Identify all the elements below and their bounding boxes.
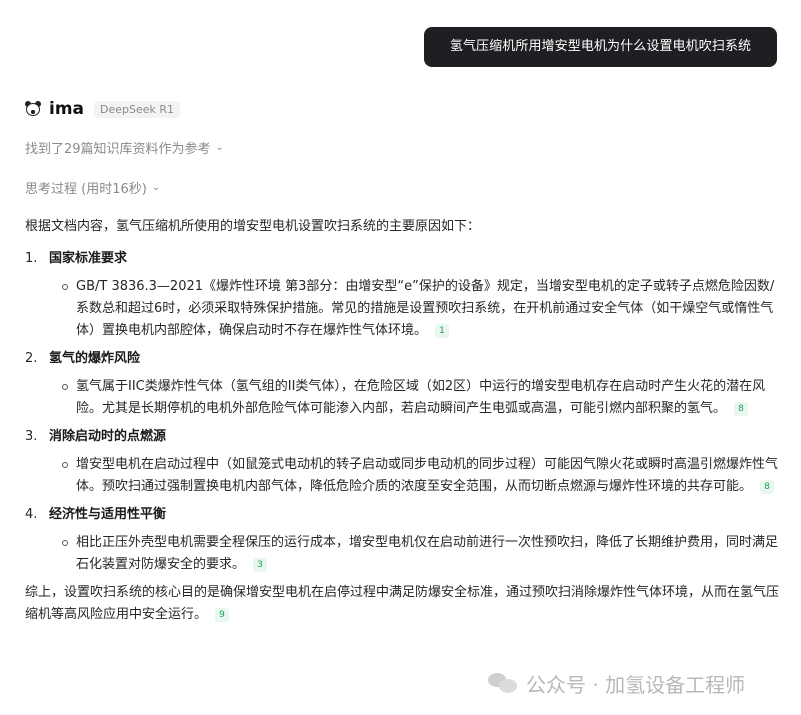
bullet-text: GB/T 3836.3—2021《爆炸性环境 第3部分：由增安型“e”保护的设备… [76,279,775,338]
section-title: 2. 氢气的爆炸风险 [25,348,780,370]
section-bullet: 氢气属于IIC类爆炸性气体（氢气组的II类气体），在危险区域（如2区）中运行的增… [25,376,780,420]
section-heading: 氢气的爆炸风险 [49,351,141,366]
citation-badge[interactable]: 3 [253,558,268,572]
thinking-toggle[interactable]: 思考过程 (用时16秒) ⌄ [25,178,160,197]
references-toggle[interactable]: 找到了29篇知识库资料作为参考 ⌄ [25,138,224,157]
answer-conclusion: 综上，设置吹扫系统的核心目的是确保增安型电机在启停过程中满足防爆安全标准，通过预… [25,582,780,626]
section-title: 1. 国家标准要求 [25,248,780,270]
section-bullet: 相比正压外壳型电机需要全程保压的运行成本，增安型电机仅在启动前进行一次性预吹扫，… [25,532,780,576]
bullet-dot [62,284,68,290]
bullet-dot [62,540,68,546]
answer-content: 根据文档内容，氢气压缩机所使用的增安型电机设置吹扫系统的主要原因如下： 1. 国… [25,216,780,639]
bullet-text: 氢气属于IIC类爆炸性气体（氢气组的II类气体），在危险区域（如2区）中运行的增… [76,379,766,416]
conclusion-text: 综上，设置吹扫系统的核心目的是确保增安型电机在启停过程中满足防爆安全标准，通过预… [25,585,780,622]
thinking-text: 思考过程 (用时16秒) [25,182,147,197]
chevron-down-icon: ⌄ [215,142,224,153]
section-title: 3. 消除启动时的点燃源 [25,426,780,448]
bullet-text: 增安型电机在启动过程中（如鼠笼式电动机的转子启动或同步电动机的同步过程）可能因气… [76,457,779,494]
section-bullet: 增安型电机在启动过程中（如鼠笼式电动机的转子启动或同步电动机的同步过程）可能因气… [25,454,780,498]
assistant-name: ima [49,99,85,119]
watermark: 公众号 · 加氢设备工程师 [488,666,745,700]
section-number: 4. [25,507,38,522]
panda-icon [25,101,41,117]
answer-intro: 根据文档内容，氢气压缩机所使用的增安型电机设置吹扫系统的主要原因如下： [25,219,481,234]
model-badge: DeepSeek R1 [94,100,181,118]
bullet-text: 相比正压外壳型电机需要全程保压的运行成本，增安型电机仅在启动前进行一次性预吹扫，… [76,535,779,572]
references-text: 找到了29篇知识库资料作为参考 [25,142,211,157]
section-title: 4. 经济性与适用性平衡 [25,504,780,526]
citation-badge[interactable]: 8 [760,480,775,494]
section-number: 3. [25,429,38,444]
user-message-bubble: 氢气压缩机所用增安型电机为什么设置电机吹扫系统 [424,27,777,67]
section-number: 2. [25,351,38,366]
bullet-dot [62,384,68,390]
section-heading: 经济性与适用性平衡 [49,507,167,522]
citation-badge[interactable]: 9 [215,608,230,622]
section-bullet: GB/T 3836.3—2021《爆炸性环境 第3部分：由增安型“e”保护的设备… [25,276,780,342]
section-number: 1. [25,251,38,266]
assistant-header: ima DeepSeek R1 [25,96,181,122]
citation-badge[interactable]: 1 [435,324,450,338]
bullet-dot [62,462,68,468]
section-heading: 消除启动时的点燃源 [49,429,167,444]
chevron-down-icon: ⌄ [151,182,161,193]
watermark-text: 公众号 · 加氢设备工程师 [526,672,746,697]
citation-badge[interactable]: 8 [734,402,749,416]
section-heading: 国家标准要求 [49,251,128,266]
wechat-icon [488,671,518,695]
